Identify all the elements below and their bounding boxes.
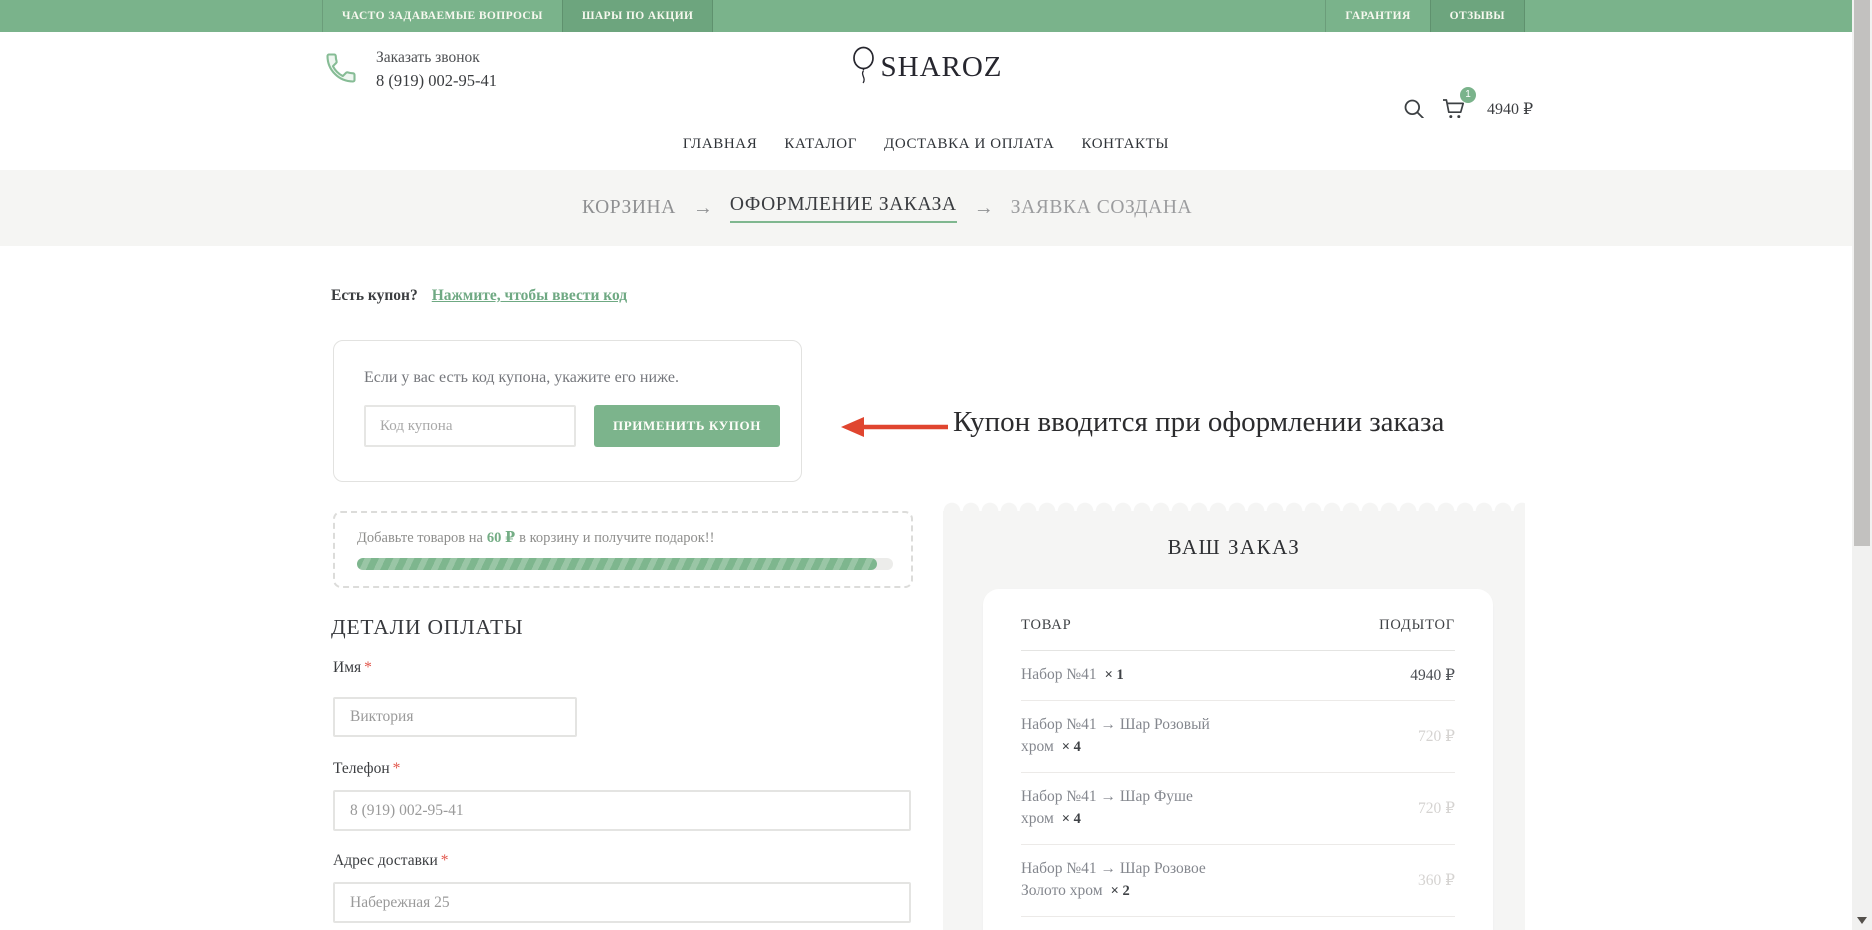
main-nav: ГЛАВНАЯ КАТАЛОГ ДОСТАВКА И ОПЛАТА КОНТАК… <box>0 118 1852 170</box>
scrollbar[interactable] <box>1852 0 1872 930</box>
callback-label[interactable]: Заказать звонок <box>376 49 497 67</box>
coupon-question-row: Есть купон? Нажмите, чтобы ввести код <box>331 287 627 305</box>
coupon-form: Если у вас есть код купона, укажите его … <box>333 340 802 482</box>
scrollbar-thumb[interactable] <box>1854 0 1870 546</box>
gift-text-before: Добавьте товаров на <box>357 530 483 546</box>
gift-text-after: в корзину и получите подарок!! <box>519 530 714 546</box>
topbar-right-group: ГАРАНТИЯ ОТЗЫВЫ <box>1325 0 1525 32</box>
annotation-text: Купон вводится при оформлении заказа <box>953 406 1444 439</box>
phone-field-label: Телефон* <box>333 760 400 778</box>
order-item-name: Набор №41 → Шар Розовый <box>1021 716 1210 733</box>
gift-progress-fill <box>357 558 877 570</box>
topbar-item-sale-balloons[interactable]: ШАРЫ ПО АКЦИИ <box>562 0 714 32</box>
topbar: ЧАСТО ЗАДАВАЕМЫЕ ВОПРОСЫ ШАРЫ ПО АКЦИИ Г… <box>0 0 1852 32</box>
gift-text: Добавьте товаров на60 ₽в корзину и получ… <box>357 529 714 547</box>
order-item-row: Набор №41 → Шар Фуше хром × 4 720 ₽ <box>1021 773 1455 845</box>
apply-coupon-button[interactable]: ПРИМЕНИТЬ КУПОН <box>594 405 780 447</box>
order-summary-panel: ВАШ ЗАКАЗ ТОВАР ПОДЫТОГ Набор №41 × 1 494… <box>943 499 1525 930</box>
callback-text: Заказать звонок 8 (919) 002-95-41 <box>376 49 497 91</box>
coupon-hint: Если у вас есть код купона, укажите его … <box>364 369 679 387</box>
topbar-left-group: ЧАСТО ЗАДАВАЕМЫЕ ВОПРОСЫ ШАРЫ ПО АКЦИИ <box>322 0 713 32</box>
coupon-toggle-link[interactable]: Нажмите, чтобы ввести код <box>432 287 627 305</box>
checkout-page: ЧАСТО ЗАДАВАЕМЫЕ ВОПРОСЫ ШАРЫ ПО АКЦИИ Г… <box>0 0 1872 930</box>
logo-text: SHAROZ <box>880 51 1002 84</box>
callback-block[interactable]: Заказать звонок 8 (919) 002-95-41 <box>323 49 497 91</box>
phone-icon <box>323 50 359 91</box>
required-mark: * <box>364 659 372 676</box>
order-item-name-line2: хром <box>1021 738 1054 755</box>
nav-item-contacts[interactable]: КОНТАКТЫ <box>1081 136 1169 153</box>
order-table-header: ТОВАР ПОДЫТОГ <box>1021 589 1455 651</box>
billing-title: ДЕТАЛИ ОПЛАТЫ <box>331 615 523 640</box>
cart-total[interactable]: 4940 ₽ <box>1487 99 1533 119</box>
required-mark: * <box>393 760 401 777</box>
order-item-name: Набор №41 → Шар Фуше <box>1021 788 1193 805</box>
gift-banner: Добавьте товаров на60 ₽в корзину и получ… <box>333 511 913 588</box>
scrollbar-down-arrow-icon[interactable] <box>1857 917 1867 924</box>
topbar-item-faq[interactable]: ЧАСТО ЗАДАВАЕМЫЕ ВОПРОСЫ <box>322 0 562 32</box>
order-card: ТОВАР ПОДЫТОГ Набор №41 × 1 4940 ₽ Набор … <box>983 589 1493 930</box>
breadcrumb-arrow-icon: → <box>974 197 994 220</box>
breadcrumb-checkout[interactable]: ОФОРМЛЕНИЕ ЗАКАЗА <box>730 194 957 223</box>
header-phone-number[interactable]: 8 (919) 002-95-41 <box>376 71 497 91</box>
order-item-name: Набор №41 → Шар Розовое <box>1021 860 1206 877</box>
name-field-label: Имя* <box>333 659 372 677</box>
order-item-qty: × 1 <box>1105 667 1124 683</box>
address-field[interactable] <box>333 882 911 923</box>
nav-item-catalog[interactable]: КАТАЛОГ <box>784 136 857 153</box>
order-item-name: Набор №41 <box>1021 666 1097 683</box>
coupon-code-input[interactable] <box>364 405 576 447</box>
order-item-qty: × 4 <box>1062 811 1081 827</box>
order-item-price: 360 ₽ <box>1418 871 1455 890</box>
breadcrumb-order-created: ЗАЯВКА СОЗДАНА <box>1011 197 1192 219</box>
topbar-item-warranty[interactable]: ГАРАНТИЯ <box>1325 0 1429 32</box>
receipt-scalloped-edge <box>943 499 1525 511</box>
phone-label-text: Телефон <box>333 760 390 777</box>
topbar-item-reviews[interactable]: ОТЗЫВЫ <box>1430 0 1525 32</box>
order-item-price: 4940 ₽ <box>1410 666 1455 685</box>
order-col-subtotal: ПОДЫТОГ <box>1379 617 1455 634</box>
order-item-qty: × 4 <box>1062 739 1081 755</box>
coupon-question: Есть купон? <box>331 287 418 305</box>
breadcrumb-arrow-icon: → <box>693 197 713 220</box>
order-item-name-line2: хром <box>1021 810 1054 827</box>
order-item-qty: × 2 <box>1111 883 1130 899</box>
address-field-label: Адрес доставки* <box>333 852 449 870</box>
order-item-price: 720 ₽ <box>1418 727 1455 746</box>
gift-progress-track <box>357 558 893 570</box>
order-item-row: Набор №41 × 1 4940 ₽ <box>1021 651 1455 701</box>
nav-item-home[interactable]: ГЛАВНАЯ <box>683 136 757 153</box>
site-header: Заказать звонок 8 (919) 002-95-41 SHAROZ <box>0 32 1852 119</box>
phone-field[interactable] <box>333 790 911 831</box>
breadcrumb: КОРЗИНА → ОФОРМЛЕНИЕ ЗАКАЗА → ЗАЯВКА СОЗ… <box>582 170 1192 246</box>
order-item-name-line2: Золото хром <box>1021 882 1103 899</box>
nav-item-delivery[interactable]: ДОСТАВКА И ОПЛАТА <box>884 136 1054 153</box>
required-mark: * <box>441 852 449 869</box>
order-item-row: Набор №41 → Шар Розовое Золото хром × 2 3… <box>1021 845 1455 917</box>
annotation-arrow-icon <box>838 411 950 448</box>
balloon-icon <box>849 46 877 95</box>
search-icon[interactable] <box>1402 97 1426 121</box>
cart-badge: 1 <box>1460 87 1476 103</box>
logo[interactable]: SHAROZ <box>849 46 1002 95</box>
gift-amount: 60 ₽ <box>487 530 515 546</box>
address-label-text: Адрес доставки <box>333 852 438 869</box>
breadcrumb-cart[interactable]: КОРЗИНА <box>582 197 676 219</box>
breadcrumb-band: КОРЗИНА → ОФОРМЛЕНИЕ ЗАКАЗА → ЗАЯВКА СОЗ… <box>0 170 1852 246</box>
name-field[interactable] <box>333 697 577 737</box>
order-col-product: ТОВАР <box>1021 617 1071 634</box>
order-title: ВАШ ЗАКАЗ <box>943 535 1525 560</box>
order-item-row: Набор №41 → Шар Розовый хром × 4 720 ₽ <box>1021 701 1455 773</box>
order-item-price: 720 ₽ <box>1418 799 1455 818</box>
name-label-text: Имя <box>333 659 361 676</box>
